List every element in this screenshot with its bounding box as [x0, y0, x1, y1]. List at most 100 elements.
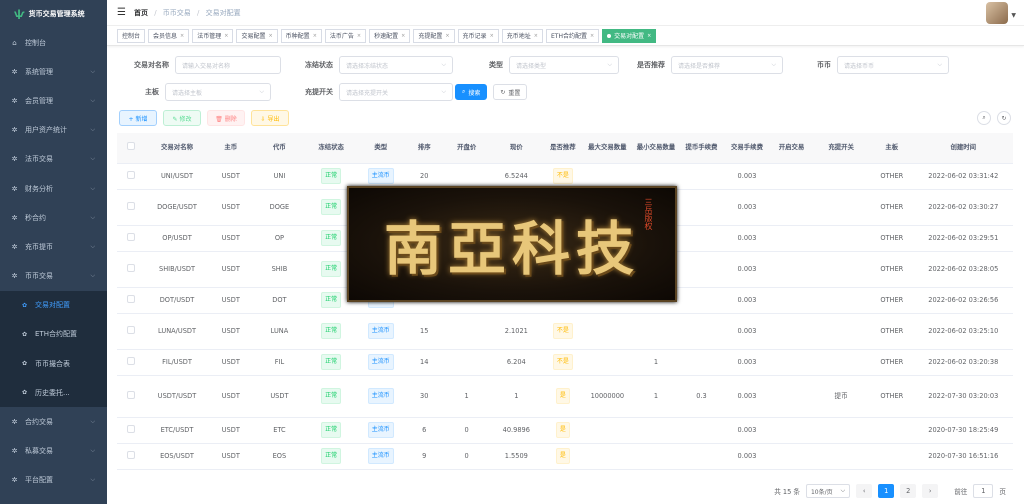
row-checkbox[interactable] — [127, 201, 136, 210]
row-checkbox[interactable] — [127, 232, 136, 241]
row-checkbox[interactable] — [127, 390, 136, 399]
leaf-logo-icon: ѱ — [14, 8, 25, 20]
recommend-select[interactable]: 请选择是否推荐 ⌵ — [671, 56, 783, 74]
sidebar-item-after-1[interactable]: ✲ 私募交易 ⌵ — [0, 437, 107, 466]
close-icon[interactable]: × — [534, 33, 538, 39]
tab-5[interactable]: 法币广告 × — [324, 28, 367, 43]
row-checkbox[interactable] — [127, 325, 136, 334]
close-icon[interactable]: × — [647, 33, 651, 39]
close-icon[interactable]: × — [490, 33, 494, 39]
column-header: 提币手续费 — [679, 133, 724, 164]
tab-1[interactable]: 会员信息 × — [148, 28, 190, 43]
sidebar-item-after-2[interactable]: ✲ 平台配置 ⌵ — [0, 466, 107, 495]
add-button[interactable]: + 新增 — [119, 110, 157, 126]
tab-11[interactable]: 交易对配置 × — [602, 28, 657, 43]
sidebar-subitem-1[interactable]: ✿ ETH合约配置 — [0, 319, 107, 350]
sidebar-item-8[interactable]: ✲ 币币交易 ⌵ — [0, 262, 107, 291]
toggle-search-icon[interactable]: ⌕ — [977, 111, 991, 125]
watermark-banner: 南亞科技 三岳版权 — [347, 186, 677, 302]
cell-board: OTHER — [870, 287, 914, 314]
cell-name: SHIB/USDT — [145, 251, 209, 288]
chevron-down-icon: ⌵ — [259, 88, 264, 95]
sidebar-subitem-2[interactable]: ✿ 币币撮合表 — [0, 349, 107, 379]
brand-logo[interactable]: ѱ 货币交易管理系统 — [0, 0, 107, 28]
close-icon[interactable]: × — [590, 33, 594, 39]
tab-2[interactable]: 法币管理 × — [192, 28, 234, 43]
breadcrumb-home[interactable]: 首页 — [134, 9, 148, 17]
lock-status-select[interactable]: 请选择冻结状态 ⌵ — [339, 56, 453, 74]
sidebar-subitem-3[interactable]: ✿ 历史委托... — [0, 378, 107, 408]
row-checkbox[interactable] — [127, 263, 136, 272]
reset-button[interactable]: ↻ 重置 — [493, 84, 528, 100]
cell-wfee — [679, 225, 724, 252]
close-icon[interactable]: × — [224, 33, 228, 39]
row-checkbox[interactable] — [127, 450, 136, 459]
prev-page-button[interactable]: ‹ — [856, 484, 873, 498]
row-checkbox[interactable] — [127, 424, 136, 433]
tab-3[interactable]: 交易配置 × — [236, 28, 278, 43]
select-all-checkbox[interactable] — [127, 142, 136, 151]
table-row[interactable]: FIL/USDT USDT FIL 正常 主流币 14 6.204 不是 1 0.003 OTHER… — [117, 349, 1013, 376]
close-icon[interactable]: × — [180, 33, 184, 39]
cell-trade — [770, 225, 813, 252]
cell-price: 6.204 — [489, 349, 544, 376]
tab-8[interactable]: 充币记录 × — [457, 28, 499, 43]
close-icon[interactable]: × — [313, 33, 317, 39]
page-1-button[interactable]: 1 — [878, 484, 895, 498]
close-icon[interactable]: × — [445, 33, 449, 39]
type-select[interactable]: 请选择类型 ⌵ — [509, 56, 619, 74]
coin-select[interactable]: 请选择币币 ⌵ — [837, 56, 949, 74]
tab-4[interactable]: 币种配置 × — [280, 28, 322, 43]
sidebar-item-2[interactable]: ✲ 会员管理 ⌵ — [0, 86, 107, 115]
search-button[interactable]: ⌕ 搜索 — [455, 84, 488, 100]
table-row[interactable]: LUNA/USDT USDT LUNA 正常 主流币 15 2.1021 不是 0.003 OTH… — [117, 313, 1013, 350]
cell-name: LUNA/USDT — [145, 313, 209, 350]
cell-name: DOGE/USDT — [145, 189, 209, 226]
breadcrumb-section[interactable]: 币币交易 — [163, 9, 191, 17]
hamburger-icon[interactable]: ☰ — [117, 7, 126, 18]
tab-10[interactable]: ETH合约配置 × — [545, 28, 600, 43]
row-checkbox[interactable] — [127, 294, 136, 303]
close-icon[interactable]: × — [268, 33, 272, 39]
gear-icon: ✲ — [11, 242, 18, 251]
goto-page-input[interactable]: 1 — [973, 484, 994, 498]
sidebar-item-after-0[interactable]: ✲ 合约交易 ⌵ — [0, 407, 107, 436]
close-icon[interactable]: × — [401, 33, 405, 39]
sidebar-subitem-0[interactable]: ✿ 交易对配置 — [0, 290, 107, 320]
cell-main: USDT — [208, 189, 254, 226]
table-row[interactable]: ETC/USDT USDT ETC 正常 主流币 6 0 40.9896 是 0.003 2020-… — [117, 417, 1013, 444]
table-row[interactable]: EOS/USDT USDT EOS 正常 主流币 9 0 1.5509 是 0.003 2020-0… — [117, 443, 1013, 470]
sidebar-item-6[interactable]: ✲ 秒合约 ⌵ — [0, 203, 107, 232]
sidebar-item-0[interactable]: ⌂ 控制台 — [0, 28, 107, 57]
refresh-icon[interactable]: ↻ — [997, 111, 1011, 125]
avatar[interactable] — [986, 2, 1008, 24]
tab-9[interactable]: 充币地址 × — [501, 28, 543, 43]
caret-down-icon[interactable]: ▼ — [1011, 12, 1016, 19]
sidebar-item-7[interactable]: ✲ 充币提币 ⌵ — [0, 232, 107, 261]
close-icon[interactable]: × — [357, 33, 361, 39]
sidebar-item-1[interactable]: ✲ 系统管理 ⌵ — [0, 57, 107, 86]
page-size-select[interactable]: 10条/页 ⌵ — [805, 484, 851, 498]
watermark-subtext: 三岳版权 — [644, 198, 653, 230]
tab-6[interactable]: 秒速配置 × — [369, 28, 411, 43]
row-checkbox[interactable] — [127, 170, 136, 179]
sidebar-item-3[interactable]: ✲ 用户资产统计 ⌵ — [0, 116, 107, 145]
next-page-button[interactable]: › — [922, 484, 939, 498]
edit-button[interactable]: ✎ 修改 — [163, 110, 201, 126]
row-checkbox[interactable] — [127, 356, 136, 365]
recharge-select[interactable]: 请选择充提开关 ⌵ — [339, 83, 453, 101]
sidebar-item-4[interactable]: ✲ 法币交易 ⌵ — [0, 145, 107, 174]
board-select[interactable]: 请选择主板 ⌵ — [165, 83, 271, 101]
tab-7[interactable]: 充提配置 × — [413, 28, 455, 43]
gear-icon: ✲ — [11, 126, 18, 135]
delete-button[interactable]: 🗑 删除 — [207, 110, 245, 126]
sidebar-item-5[interactable]: ✲ 财务分析 ⌵ — [0, 174, 107, 203]
column-header: 冻结状态 — [305, 133, 357, 164]
cell-min — [632, 313, 680, 350]
column-header: 主币 — [208, 133, 254, 164]
export-button[interactable]: ⇩ 导出 — [251, 110, 289, 126]
table-row[interactable]: USDT/USDT USDT USDT 正常 主流币 30 1 1 是 10000000 1 0.3 0… — [117, 375, 1013, 418]
tab-0[interactable]: 控制台 — [117, 28, 146, 43]
pair-name-input[interactable]: 请输入交易对名称 — [175, 56, 281, 74]
page-2-button[interactable]: 2 — [900, 484, 917, 498]
